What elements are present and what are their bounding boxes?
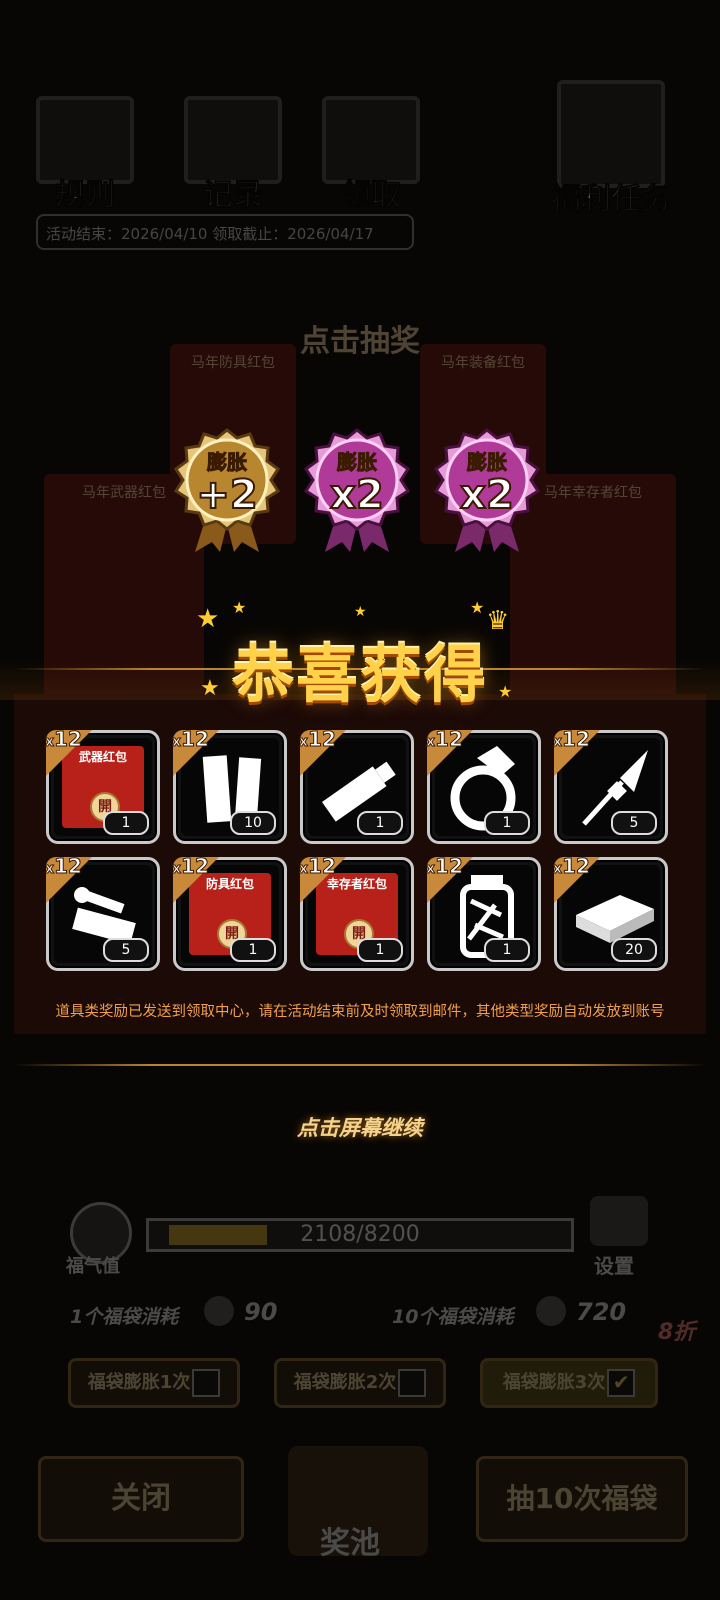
single-cost-value: 90: [244, 1298, 278, 1326]
settings-label[interactable]: 设置: [594, 1250, 634, 1279]
expand-medal-1: 膨胀 +2: [170, 428, 284, 552]
reward-item-cash[interactable]: x12 20: [552, 854, 668, 971]
checkbox[interactable]: [398, 1369, 427, 1397]
banner-divider-bottom: [14, 1064, 706, 1066]
congrats-title: 恭喜获得: [231, 638, 488, 711]
item-multiplier: x12: [552, 727, 590, 752]
reward-item-glue[interactable]: x12 1: [298, 727, 414, 844]
reward-item-lance[interactable]: x12 5: [552, 727, 668, 844]
item-count: 1: [484, 938, 530, 962]
item-count: 1: [357, 938, 403, 962]
discount-badge: 8折: [658, 1320, 696, 1345]
records-label: 记录: [203, 178, 264, 214]
item-count: 1: [230, 938, 276, 962]
item-multiplier: x12: [425, 727, 463, 752]
expand-option-1[interactable]: 福袋膨胀1次: [68, 1358, 240, 1408]
item-count: 10: [230, 811, 276, 835]
luck-coin-icon: [536, 1296, 566, 1326]
item-multiplier: x12: [298, 727, 336, 752]
draw-ten-button[interactable]: 抽10次福袋: [476, 1456, 688, 1542]
bg-card-armor-title: 马年防具红包: [191, 355, 275, 371]
medal-2-value: x2: [329, 471, 385, 519]
claim-button[interactable]: 领取: [316, 96, 426, 214]
reward-item-armor-packet[interactable]: x12 防具红包開 1: [171, 854, 287, 971]
ten-cost-label: 10个福袋消耗: [392, 1306, 514, 1328]
medal-2-label: 膨胀: [337, 450, 378, 475]
reward-item-bandage[interactable]: x12 10: [171, 727, 287, 844]
item-count: 5: [611, 811, 657, 835]
star-icon: ★: [354, 604, 367, 620]
checkbox[interactable]: [192, 1369, 221, 1397]
checkbox-checked[interactable]: ✔: [607, 1369, 636, 1397]
ten-cost-value: 720: [576, 1298, 627, 1326]
luck-progress-bar: 2108/8200: [146, 1218, 574, 1252]
task-board-icon: [557, 80, 665, 188]
item-count: 1: [484, 811, 530, 835]
event-date-bar: 活动结束：2026/04/10 领取截止：2026/04/17: [36, 214, 414, 250]
medal-1-label: 膨胀: [207, 450, 248, 475]
item-multiplier: x12: [171, 854, 209, 879]
star-icon: ★: [232, 598, 247, 617]
item-multiplier: x12: [44, 854, 82, 879]
rules-button[interactable]: 规则: [30, 96, 140, 214]
item-multiplier: x12: [425, 854, 463, 879]
prize-pool-label[interactable]: 奖池: [320, 1518, 380, 1562]
tap-to-continue[interactable]: 点击屏幕继续: [0, 1112, 720, 1142]
records-button[interactable]: 记录: [178, 96, 288, 214]
reward-item-parts[interactable]: x12 5: [44, 854, 160, 971]
reward-item-survivor-packet[interactable]: x12 幸存者红包開 1: [298, 854, 414, 971]
claim-label: 领取: [341, 178, 402, 214]
reward-item-weapon-packet[interactable]: x12 武器红包開 1: [44, 727, 160, 844]
reward-item-jar[interactable]: x12 1: [425, 854, 541, 971]
bg-card-gear-title: 马年装备红包: [441, 355, 525, 371]
close-button[interactable]: 关闭: [38, 1456, 244, 1542]
expand-option-3[interactable]: 福袋膨胀3次 ✔: [480, 1358, 658, 1408]
rules-label: 规则: [55, 178, 116, 214]
item-multiplier: x12: [171, 727, 209, 752]
megaphone-icon[interactable]: [590, 1196, 648, 1246]
reward-notice: 道具类奖励已发送到领取中心，请在活动结束前及时领取到邮件，其他类型奖励自动发放到…: [55, 1004, 665, 1020]
expand-medal-2: 膨胀 x2: [300, 428, 414, 552]
welfare-tasks-label: 福利任务: [551, 182, 672, 218]
single-cost-label: 1个福袋消耗: [70, 1306, 179, 1328]
reward-item-ring[interactable]: x12 1: [425, 727, 541, 844]
item-multiplier: x12: [298, 854, 336, 879]
luck-progress-text: 2108/8200: [300, 1222, 420, 1247]
welfare-tasks-button[interactable]: 福利任务: [546, 80, 676, 218]
item-multiplier: x12: [44, 727, 82, 752]
medal-3-value: x2: [459, 471, 515, 519]
medal-1-value: +2: [195, 471, 258, 519]
item-multiplier: x12: [552, 854, 590, 879]
expand-medal-3: 膨胀 x2: [430, 428, 544, 552]
item-count: 1: [357, 811, 403, 835]
draw-hint: 点击抽奖: [300, 324, 420, 359]
item-count: 1: [103, 811, 149, 835]
item-count: 5: [103, 938, 149, 962]
star-icon: ★: [470, 598, 485, 617]
luck-coin-icon: [204, 1296, 234, 1326]
item-count: 20: [611, 938, 657, 962]
expand-option-2[interactable]: 福袋膨胀2次: [274, 1358, 446, 1408]
luck-label: 福气值: [66, 1256, 120, 1277]
medal-3-label: 膨胀: [467, 450, 508, 475]
